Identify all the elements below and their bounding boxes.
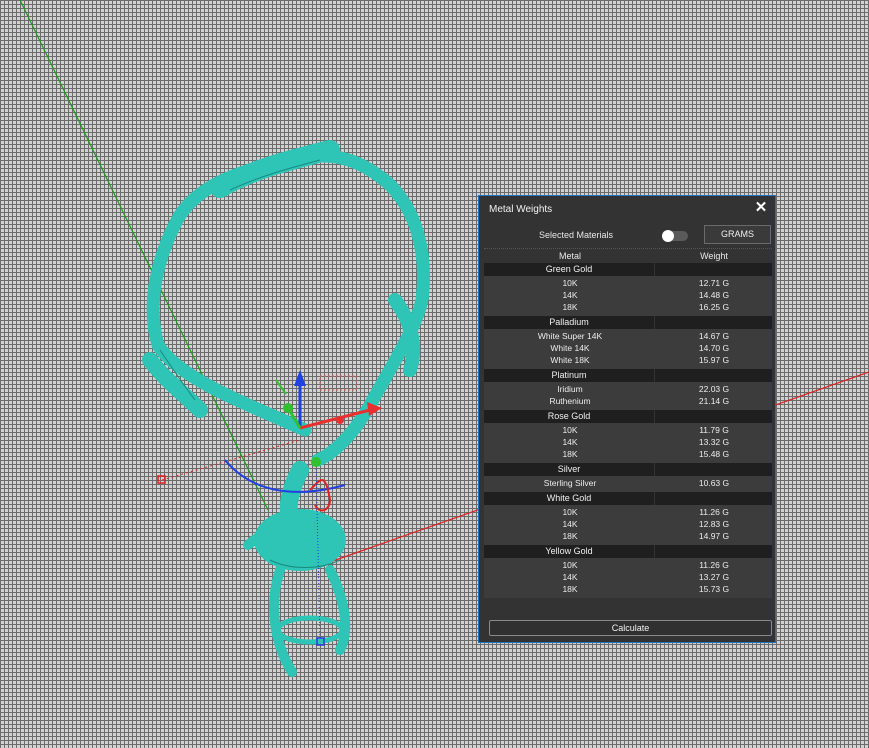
metal-name: 18K xyxy=(562,531,578,541)
metal-weight: 11.26 G xyxy=(699,507,729,517)
metal-weight: 12.71 G xyxy=(698,278,730,288)
metal-name: White Super 14K xyxy=(537,331,603,341)
group-header: Rose Gold xyxy=(484,410,772,423)
metal-name: 14K xyxy=(562,290,578,300)
metal-weight: 15.97 G xyxy=(698,355,730,365)
y-axis-line xyxy=(19,0,269,511)
group-name: Yellow Gold xyxy=(484,545,655,558)
close-icon[interactable]: ✕ xyxy=(753,200,769,216)
metal-weight: 13.27 G xyxy=(698,572,730,582)
metal-name: White 18K xyxy=(550,355,590,365)
group-header: Silver xyxy=(484,463,772,476)
table-row: Ruthenium 21.14 G xyxy=(484,395,772,407)
table-row: White 18K 15.97 G xyxy=(484,354,772,366)
metal-name: 14K xyxy=(562,437,578,447)
metal-name: 18K xyxy=(562,584,578,594)
metal-weight: 14.67 G xyxy=(698,331,730,341)
x-axis-dotted xyxy=(161,439,301,481)
group-name: Rose Gold xyxy=(484,410,655,423)
group-header: Yellow Gold xyxy=(484,545,772,558)
metal-weight: 12.83 G xyxy=(698,519,730,529)
table-row: 18K 16.25 G xyxy=(484,301,772,313)
group-header: White Gold xyxy=(484,492,772,505)
metal-weight: 16.25 G xyxy=(698,302,730,312)
group-header: Palladium xyxy=(484,316,772,329)
group-body: 10K 11.26 G 14K 13.27 G 18K 15.73 G xyxy=(484,558,772,598)
metal-weight: 15.48 G xyxy=(698,449,730,459)
table-row: 18K 15.73 G xyxy=(484,583,772,595)
options-row: Selected Materials GRAMS xyxy=(479,223,775,245)
metal-name: 10K xyxy=(562,507,578,517)
metal-name: 18K xyxy=(562,449,578,459)
calculate-button[interactable]: Calculate xyxy=(489,620,772,636)
table-row: 14K 14.48 G xyxy=(484,289,772,301)
group-name: Palladium xyxy=(484,316,655,329)
metal-weight: 21.14 G xyxy=(698,396,730,406)
group-name: Platinum xyxy=(484,369,655,382)
metal-name: 14K xyxy=(562,519,578,529)
col-header-weight: Weight xyxy=(700,251,728,261)
table-row: 14K 13.27 G xyxy=(484,571,772,583)
group-header: Green Gold xyxy=(484,263,772,276)
table-row: 10K 11.79 G xyxy=(484,424,772,436)
metal-weights-panel: Metal Weights ✕ Selected Materials GRAMS… xyxy=(478,195,776,643)
table-row: 10K 12.71 G xyxy=(484,277,772,289)
table-row: Sterling Silver 10.63 G xyxy=(484,477,772,489)
metal-name: Ruthenium xyxy=(549,396,591,406)
group-body: 10K 12.71 G 14K 14.48 G 18K 16.25 G xyxy=(484,276,772,316)
group-body: Iridium 22.03 G Ruthenium 21.14 G xyxy=(484,382,772,410)
group-header: Platinum xyxy=(484,369,772,382)
table-row: 14K 13.32 G xyxy=(484,436,772,448)
metal-name: 10K xyxy=(562,560,578,570)
group-name: Silver xyxy=(484,463,655,476)
group-body: 10K 11.79 G 14K 13.32 G 18K 15.48 G xyxy=(484,423,772,463)
metal-weight: 14.48 G xyxy=(698,290,730,300)
group-body: White Super 14K 14.67 G White 14K 14.70 G Wh… xyxy=(484,329,772,369)
metal-name: White 14K xyxy=(550,343,590,353)
group-body: 10K 11.26 G 14K 12.83 G 18K 14.97 G xyxy=(484,505,772,545)
metal-name: 14K xyxy=(562,572,578,582)
toggle-knob xyxy=(662,230,674,242)
units-button[interactable]: GRAMS xyxy=(704,225,771,244)
group-name: Green Gold xyxy=(484,263,655,276)
metal-groups: Green Gold 10K 12.71 G 14K 14.48 G 18K 16.25 G… xyxy=(484,263,772,598)
table-row: 18K 14.97 G xyxy=(484,530,772,542)
table-row: Iridium 22.03 G xyxy=(484,383,772,395)
panel-header: Metal Weights ✕ xyxy=(479,196,775,223)
metal-name: Iridium xyxy=(557,384,583,394)
metal-name: 10K xyxy=(562,425,578,435)
table-row: 14K 12.83 G xyxy=(484,518,772,530)
metal-name: Sterling Silver xyxy=(543,478,597,488)
metal-weight: 14.97 G xyxy=(698,531,730,541)
metal-weight: 15.73 G xyxy=(698,584,730,594)
metal-weight: 13.32 G xyxy=(698,437,730,447)
panel-title: Metal Weights xyxy=(489,204,553,215)
metal-name: 18K xyxy=(562,302,578,312)
table-row: White 14K 14.70 G xyxy=(484,342,772,354)
metal-weights-table: Metal Weight Green Gold 10K 12.71 G 14K 14.4… xyxy=(484,248,772,616)
table-row: 10K 11.26 G xyxy=(484,506,772,518)
selected-materials-toggle[interactable] xyxy=(662,230,688,242)
metal-weight: 11.79 G xyxy=(699,425,729,435)
table-row: White Super 14K 14.67 G xyxy=(484,330,772,342)
group-name: White Gold xyxy=(484,492,655,505)
metal-weight: 22.03 G xyxy=(698,384,730,394)
metal-weight: 14.70 G xyxy=(698,343,730,353)
metal-weight: 10.63 G xyxy=(698,478,730,488)
metal-name: 10K xyxy=(562,278,578,288)
table-row: 18K 15.48 G xyxy=(484,448,772,460)
col-header-metal: Metal xyxy=(558,251,581,261)
table-header: Metal Weight xyxy=(484,249,772,263)
table-row: 10K 11.26 G xyxy=(484,559,772,571)
selected-materials-label: Selected Materials xyxy=(539,230,614,240)
metal-weight: 11.26 G xyxy=(699,560,729,570)
model-detail-shadows xyxy=(159,159,341,568)
group-body: Sterling Silver 10.63 G xyxy=(484,476,772,492)
